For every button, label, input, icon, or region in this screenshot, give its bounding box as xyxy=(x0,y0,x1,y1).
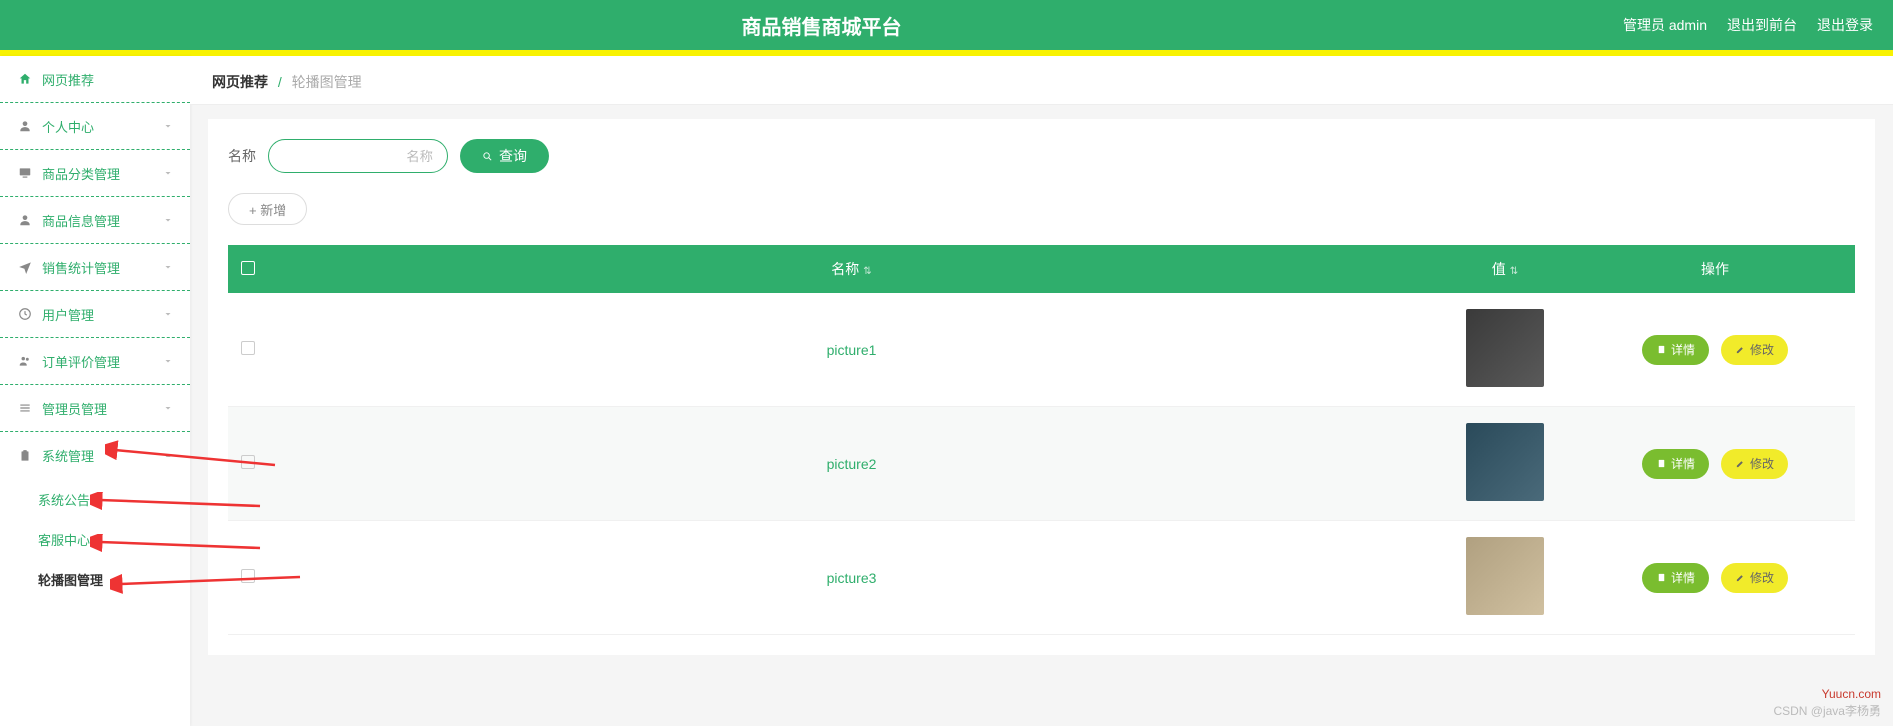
edit-button[interactable]: 修改 xyxy=(1721,449,1788,479)
chevron-down-icon xyxy=(162,214,174,226)
sidebar-item-profile[interactable]: 个人中心 xyxy=(0,103,190,150)
sidebar: 网页推荐 个人中心 商品分类管理 商品信息管理 销售统计管理 用户管理 xyxy=(0,56,190,726)
chevron-down-icon xyxy=(162,355,174,367)
sidebar-item-category[interactable]: 商品分类管理 xyxy=(0,150,190,197)
sidebar-item-label: 用户管理 xyxy=(42,305,94,324)
document-icon xyxy=(1656,458,1667,469)
users-icon xyxy=(18,354,32,368)
chevron-down-icon xyxy=(162,261,174,273)
th-value[interactable]: 值⇅ xyxy=(1435,245,1575,293)
header-title: 商品销售商城平台 xyxy=(20,11,1623,40)
document-icon xyxy=(1656,344,1667,355)
search-icon xyxy=(482,151,493,162)
exit-front-link[interactable]: 退出到前台 xyxy=(1727,15,1797,35)
watermark: Yuucn.com CSDN @java李杨勇 xyxy=(1773,686,1881,720)
sidebar-item-system[interactable]: 系统管理 xyxy=(0,432,190,479)
table-row: picture1 详情 修改 xyxy=(228,293,1855,407)
header: 商品销售商城平台 管理员 admin 退出到前台 退出登录 xyxy=(0,0,1893,50)
thumbnail[interactable] xyxy=(1466,423,1544,501)
sidebar-item-label: 系统管理 xyxy=(42,446,94,465)
sidebar-item-label: 个人中心 xyxy=(42,117,94,136)
add-button[interactable]: + 新增 xyxy=(228,193,307,225)
monitor-icon xyxy=(18,166,32,180)
chevron-down-icon xyxy=(162,120,174,132)
header-actions: 管理员 admin 退出到前台 退出登录 xyxy=(1623,15,1873,35)
chevron-up-icon xyxy=(162,450,174,462)
sidebar-item-label: 销售统计管理 xyxy=(42,258,120,277)
watermark-site: Yuucn.com xyxy=(1773,686,1881,703)
sidebar-item-label: 订单评价管理 xyxy=(42,352,120,371)
sidebar-item-home[interactable]: 网页推荐 xyxy=(0,56,190,103)
sidebar-sub-carousel[interactable]: 轮播图管理 xyxy=(0,559,190,599)
cell-name: picture3 xyxy=(268,521,1435,635)
sidebar-sub-notice[interactable]: 系统公告 xyxy=(0,479,190,519)
select-all-checkbox[interactable] xyxy=(241,261,255,275)
search-input[interactable] xyxy=(268,139,448,173)
table-row: picture3 详情 修改 xyxy=(228,521,1855,635)
row-checkbox[interactable] xyxy=(241,455,255,469)
sidebar-item-label: 商品信息管理 xyxy=(42,211,120,230)
send-icon xyxy=(18,260,32,274)
home-icon xyxy=(18,72,32,86)
sidebar-item-label: 网页推荐 xyxy=(42,70,94,89)
list-icon xyxy=(18,401,32,415)
sort-icon: ⇅ xyxy=(863,266,871,277)
sidebar-item-product[interactable]: 商品信息管理 xyxy=(0,197,190,244)
chevron-down-icon xyxy=(162,402,174,414)
watermark-csdn: CSDN @java李杨勇 xyxy=(1773,703,1881,720)
thumbnail[interactable] xyxy=(1466,537,1544,615)
chevron-down-icon xyxy=(162,308,174,320)
logout-link[interactable]: 退出登录 xyxy=(1817,15,1873,35)
panel: 名称 查询 + 新增 名称⇅ 值⇅ 操作 xyxy=(208,119,1875,655)
search-row: 名称 查询 xyxy=(228,139,1855,173)
data-table: 名称⇅ 值⇅ 操作 picture1 详情 修改 xyxy=(228,245,1855,635)
breadcrumb-root: 网页推荐 xyxy=(212,74,268,90)
detail-button[interactable]: 详情 xyxy=(1642,563,1709,593)
edit-icon xyxy=(1735,344,1746,355)
sidebar-item-label: 商品分类管理 xyxy=(42,164,120,183)
row-checkbox[interactable] xyxy=(241,569,255,583)
cell-name: picture2 xyxy=(268,407,1435,521)
user-icon xyxy=(18,213,32,227)
sidebar-item-sales[interactable]: 销售统计管理 xyxy=(0,244,190,291)
sidebar-item-admin[interactable]: 管理员管理 xyxy=(0,385,190,432)
add-row: + 新增 xyxy=(228,193,1855,225)
admin-link[interactable]: 管理员 admin xyxy=(1623,15,1707,35)
user-icon xyxy=(18,119,32,133)
search-label: 名称 xyxy=(228,146,256,166)
search-button[interactable]: 查询 xyxy=(460,139,549,173)
edit-icon xyxy=(1735,572,1746,583)
document-icon xyxy=(1656,572,1667,583)
clock-icon xyxy=(18,307,32,321)
th-op: 操作 xyxy=(1575,245,1855,293)
breadcrumb-leaf: 轮播图管理 xyxy=(292,74,362,90)
breadcrumb-sep: / xyxy=(278,74,282,90)
table-row: picture2 详情 修改 xyxy=(228,407,1855,521)
row-checkbox[interactable] xyxy=(241,341,255,355)
detail-button[interactable]: 详情 xyxy=(1642,449,1709,479)
edit-button[interactable]: 修改 xyxy=(1721,563,1788,593)
breadcrumb: 网页推荐 / 轮播图管理 xyxy=(190,56,1893,105)
chevron-down-icon xyxy=(162,167,174,179)
th-name[interactable]: 名称⇅ xyxy=(268,245,1435,293)
clipboard-icon xyxy=(18,449,32,463)
sidebar-sub-service[interactable]: 客服中心 xyxy=(0,519,190,559)
edit-icon xyxy=(1735,458,1746,469)
cell-name: picture1 xyxy=(268,293,1435,407)
sidebar-item-reviews[interactable]: 订单评价管理 xyxy=(0,338,190,385)
sidebar-item-label: 管理员管理 xyxy=(42,399,107,418)
thumbnail[interactable] xyxy=(1466,309,1544,387)
sort-icon: ⇅ xyxy=(1510,266,1518,277)
edit-button[interactable]: 修改 xyxy=(1721,335,1788,365)
detail-button[interactable]: 详情 xyxy=(1642,335,1709,365)
content: 网页推荐 / 轮播图管理 名称 查询 + 新增 名称⇅ xyxy=(190,56,1893,726)
sidebar-item-users[interactable]: 用户管理 xyxy=(0,291,190,338)
